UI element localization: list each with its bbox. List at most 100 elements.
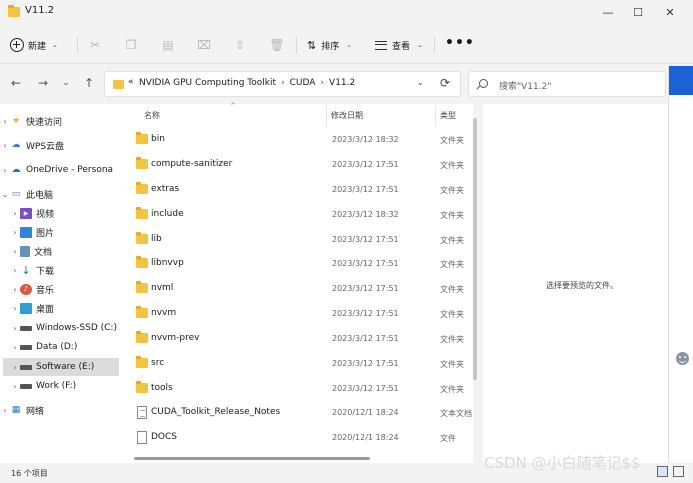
up-button[interactable]: ↑ [80,74,98,92]
new-button[interactable]: 新建 ⌄ [10,35,58,55]
address-bar[interactable]: « NVIDIA GPU Computing Toolkit › CUDA › V11.… [104,71,461,97]
file-name: src [151,358,165,368]
chevron-right-icon[interactable]: › [10,285,20,294]
breadcrumb-overflow[interactable]: « [128,77,134,87]
chevron-right-icon[interactable]: › [10,228,20,237]
details-view-icon[interactable] [657,466,668,477]
file-row[interactable]: extras 2023/3/12 17:51 文件夹 [122,178,473,202]
folder-icon [136,306,148,318]
chevron-right-icon[interactable]: › [10,209,20,218]
chevron-down-icon[interactable]: ⌄ [0,190,10,199]
folder-icon [8,5,20,17]
maximize-button[interactable]: ☐ [623,3,653,21]
breadcrumb: NVIDIA GPU Computing Toolkit › CUDA › V11.2 [139,78,355,88]
file-row[interactable]: nvvm-prev 2023/3/12 17:51 文件夹 [122,327,473,351]
more-options-button[interactable]: ••• [445,35,475,55]
chevron-right-icon[interactable]: › [10,304,20,313]
sidebar-item-drive-e[interactable]: › Software (E:) [3,358,119,376]
folder-icon [136,281,148,293]
file-row[interactable]: libnvvp 2023/3/12 17:51 文件夹 [122,252,473,276]
file-row[interactable]: bin 2023/3/12 18:32 文件夹 [122,128,473,152]
network-icon: ▦ [11,405,21,415]
file-date: 2023/3/12 17:51 [332,284,399,293]
chevron-right-icon[interactable]: › [10,363,20,372]
music-icon: ♪ [20,283,32,295]
recent-locations-button[interactable]: ⌄ [57,74,75,92]
refresh-button[interactable]: ⟳ [440,76,450,90]
chevron-right-icon[interactable]: › [0,117,10,126]
back-button[interactable]: ← [7,74,25,92]
breadcrumb-segment[interactable]: NVIDIA GPU Computing Toolkit [139,78,276,88]
chevron-right-icon[interactable]: › [10,266,20,275]
share-icon[interactable]: ⇪ [230,35,250,55]
sidebar-item-wps-cloud[interactable]: › ☁ WPS云盘 [0,136,122,154]
file-row[interactable]: DOCS 2020/12/1 18:24 文件 [122,426,473,450]
side-panel-header[interactable] [669,66,693,95]
chevron-right-icon[interactable]: › [0,406,10,415]
column-header-date[interactable]: 修改日期 [331,110,363,121]
sidebar-item-this-pc[interactable]: ⌄ ▭ 此电脑 [0,185,122,203]
file-row[interactable]: src 2023/3/12 17:51 文件夹 [122,352,473,376]
chevron-right-icon[interactable]: › [10,382,20,391]
file-date: 2023/3/12 17:51 [332,160,399,169]
sidebar-item-downloads[interactable]: › ↓ 下载 [0,261,122,279]
chevron-right-icon[interactable]: › [0,166,10,175]
horizontal-scrollbar[interactable] [134,457,370,460]
file-row[interactable]: nvvm 2023/3/12 17:51 文件夹 [122,302,473,326]
drive-icon [20,344,32,350]
sort-button[interactable]: ⇅ 排序 ⌄ [307,35,352,55]
file-row[interactable]: lib 2023/3/12 17:51 文件夹 [122,228,473,252]
breadcrumb-segment[interactable]: V11.2 [329,78,355,88]
file-type: 文件夹 [440,161,464,170]
sidebar-item-pictures[interactable]: › 图片 [0,223,122,241]
sidebar-item-documents[interactable]: › 文档 [0,242,122,260]
breadcrumb-separator[interactable]: › [320,78,324,88]
emoji-icon[interactable] [676,352,689,365]
chevron-right-icon[interactable]: › [10,247,20,256]
sidebar-item-desktop[interactable]: › 桌面 [0,299,122,317]
star-icon: ★ [11,116,21,126]
sidebar-item-quick-access[interactable]: › ★ 快速访问 [0,112,122,130]
column-header-type[interactable]: 类型 [440,110,456,121]
chevron-right-icon[interactable]: › [0,141,10,150]
file-row[interactable]: tools 2023/3/12 17:51 文件夹 [122,377,473,401]
sidebar-item-music[interactable]: › ♪ 音乐 [0,280,122,298]
chevron-right-icon[interactable]: › [10,324,20,333]
close-button[interactable]: ✕ [655,3,685,21]
column-divider[interactable] [326,106,327,126]
search-input[interactable]: 搜索"V11.2" [468,71,666,97]
sidebar-item-onedrive[interactable]: › ☁ OneDrive - Persona [0,161,122,179]
minimize-button[interactable]: — [593,3,623,21]
tiles-view-icon[interactable] [673,466,684,477]
sidebar-item-label: 视频 [36,209,55,220]
sidebar-item-drive-d[interactable]: › Data (D:) [0,338,122,356]
address-dropdown-button[interactable]: ⌄ [417,78,424,87]
sidebar-item-drive-c[interactable]: › Windows-SSD (C:) [0,319,122,337]
rename-icon[interactable]: ⌧ [194,35,214,55]
paste-icon[interactable]: ▤ [158,35,178,55]
file-row[interactable]: include 2023/3/12 18:32 文件夹 [122,203,473,227]
item-count: 16 个项目 [11,469,48,478]
sidebar-item-label: 文档 [34,247,53,258]
column-divider[interactable] [435,106,436,126]
chevron-right-icon[interactable]: › [10,343,20,352]
sidebar-item-videos[interactable]: › ▶ 视频 [0,204,122,222]
sidebar-item-drive-f[interactable]: › Work (F:) [0,377,122,395]
column-header-name[interactable]: 名称 [144,110,160,121]
sidebar-item-network[interactable]: › ▦ 网络 [0,401,122,419]
forward-button[interactable]: → [34,74,52,92]
delete-icon[interactable]: 🗑 [267,35,287,55]
file-date: 2023/3/12 17:51 [332,384,399,393]
breadcrumb-separator[interactable]: › [281,78,285,88]
sidebar-item-label: Work (F:) [36,381,77,391]
vertical-scrollbar[interactable] [473,118,477,380]
view-button[interactable]: 查看 ⌄ [375,35,423,55]
breadcrumb-segment[interactable]: CUDA [290,78,316,88]
cut-icon[interactable]: ✂ [85,35,105,55]
file-row[interactable]: CUDA_Toolkit_Release_Notes 2020/12/1 18:… [122,401,473,425]
sidebar-item-label: 下载 [36,266,55,277]
copy-icon[interactable]: ❐ [121,35,141,55]
folder-icon [136,157,148,169]
file-row[interactable]: compute-sanitizer 2023/3/12 17:51 文件夹 [122,153,473,177]
file-row[interactable]: nvml 2023/3/12 17:51 文件夹 [122,277,473,301]
